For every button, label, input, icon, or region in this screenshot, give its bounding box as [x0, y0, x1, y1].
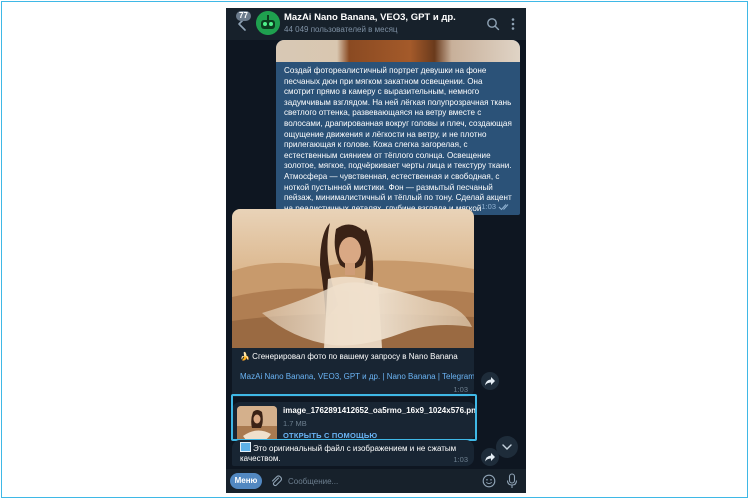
chat-subtitle: 44 049 пользователей в месяц	[284, 25, 398, 34]
chat-header: 77 MazAi Nano Banana, VEO3, GPT и др. 44…	[226, 8, 526, 40]
forward-arrow-icon	[485, 376, 495, 385]
emoji-icon[interactable]	[482, 474, 496, 488]
more-vertical-icon[interactable]	[508, 17, 518, 31]
microphone-icon[interactable]	[506, 473, 518, 489]
message-time: 1:03	[481, 202, 496, 211]
menu-button[interactable]: Меню	[230, 473, 262, 489]
forward-button[interactable]	[481, 372, 499, 390]
message-time: 1:03	[453, 385, 468, 394]
unread-badge: 77	[236, 11, 251, 21]
search-icon[interactable]	[486, 17, 500, 31]
prompt-text: Создай фотореалистичный портрет девушки …	[284, 66, 512, 215]
file-highlight-box	[231, 394, 477, 441]
note-text-content: Это оригинальный файл с изображением и н…	[240, 444, 457, 463]
scroll-down-button[interactable]	[496, 436, 518, 458]
note-text: Это оригинальный файл с изображением и н…	[240, 442, 460, 464]
generated-image-message[interactable]: 🍌 Сгенерировал фото по вашему запросу в …	[232, 209, 474, 397]
outgoing-message[interactable]: Создай фотореалистичный портрет девушки …	[276, 40, 520, 215]
channel-logo-icon	[256, 11, 280, 35]
message-input-bar: Меню	[226, 469, 526, 493]
generated-photo[interactable]	[232, 209, 474, 348]
chat-title[interactable]: MazAi Nano Banana, VEO3, GPT и др.	[284, 12, 456, 23]
forward-arrow-icon	[485, 452, 495, 461]
attached-photo-preview[interactable]	[276, 40, 520, 62]
channel-avatar[interactable]	[256, 11, 280, 35]
telegram-window: 77 MazAi Nano Banana, VEO3, GPT и др. 44…	[226, 8, 526, 493]
chevron-down-icon	[502, 444, 512, 450]
read-checks-icon	[498, 204, 509, 211]
message-input[interactable]	[288, 473, 468, 489]
channel-link[interactable]: MazAi Nano Banana, VEO3, GPT и др. | Nan…	[240, 372, 474, 381]
message-time: 1:03	[453, 455, 468, 464]
picture-emoji-icon	[240, 442, 251, 452]
generated-caption: 🍌 Сгенерировал фото по вашему запросу в …	[240, 352, 458, 361]
note-message[interactable]: Это оригинальный файл с изображением и н…	[232, 440, 474, 466]
attach-paperclip-icon[interactable]	[270, 474, 282, 488]
